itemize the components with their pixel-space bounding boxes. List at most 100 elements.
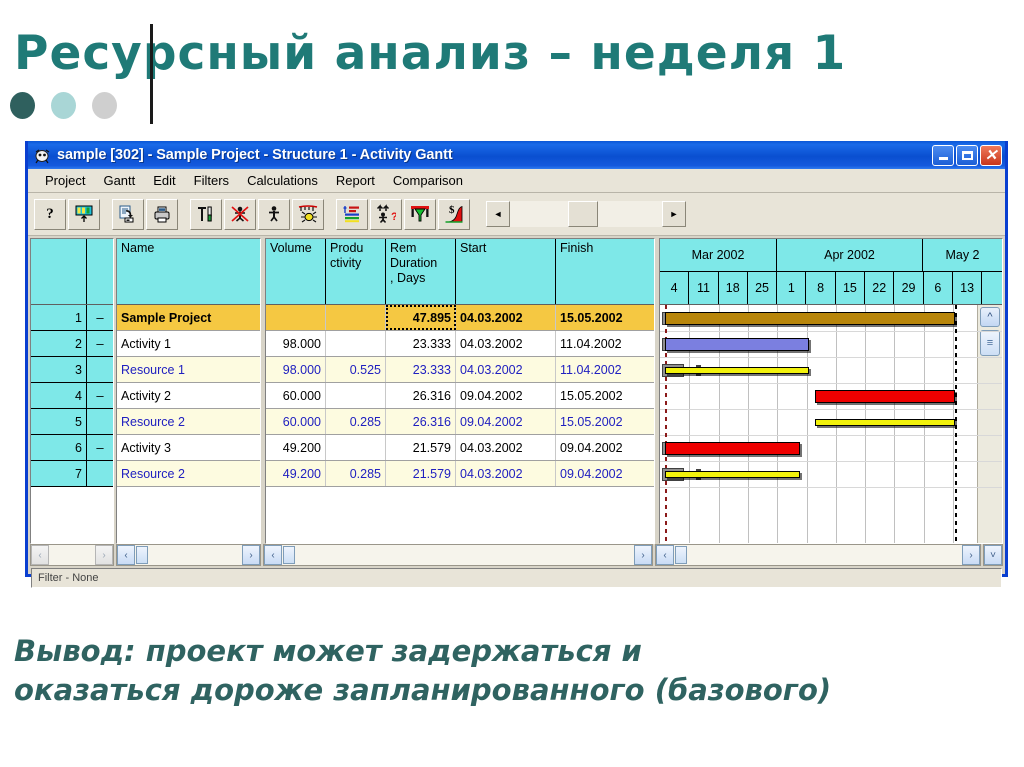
scroll-up-arrow-icon[interactable]: ^ (980, 307, 1000, 327)
table-row[interactable]: 98.000 23.333 04.03.2002 11.04.2002 (266, 331, 654, 357)
gantt-bar[interactable] (815, 418, 955, 426)
tools-button[interactable] (190, 198, 222, 230)
table-row[interactable]: 5 (31, 409, 113, 435)
scroll-left-arrow-icon[interactable]: ‹ (264, 545, 282, 565)
name-pane-scrollbar[interactable]: ‹ › (116, 544, 261, 566)
gantt-week-tick: 22 (865, 272, 895, 304)
scroll-thumb[interactable] (675, 546, 687, 564)
print-button[interactable] (146, 198, 178, 230)
scroll-thumb[interactable] (283, 546, 295, 564)
minimize-button[interactable] (932, 144, 954, 166)
scroll-right-arrow-icon[interactable]: ► (662, 201, 686, 227)
cell-remduration[interactable]: 47.895 (386, 305, 456, 330)
scroll-left-arrow-icon[interactable]: ‹ (31, 545, 49, 565)
toolbar-scrollbar[interactable]: ◄ ► (486, 201, 686, 227)
table-row[interactable]: 49.200 21.579 04.03.2002 09.04.2002 (266, 435, 654, 461)
table-row[interactable]: 7 (31, 461, 113, 487)
table-row[interactable]: Sample Project (117, 305, 260, 331)
gantt-bar[interactable] (815, 389, 955, 403)
table-row[interactable]: Resource 2 (117, 409, 260, 435)
menu-item-gantt[interactable]: Gantt (94, 171, 144, 190)
table-row[interactable]: Activity 1 (117, 331, 260, 357)
table-row[interactable]: Resource 2 (117, 461, 260, 487)
table-row[interactable]: 47.895 04.03.2002 15.05.2002 (266, 305, 654, 331)
scroll-right-arrow-icon[interactable]: › (962, 545, 980, 565)
column-header-volume[interactable]: Volume (266, 239, 326, 304)
menu-item-filters[interactable]: Filters (185, 171, 238, 190)
name-column-pane: Name Sample Project Activity 1 Resource … (116, 238, 261, 544)
data-pane-scrollbar[interactable]: ‹ › (263, 544, 653, 566)
scroll-track[interactable] (135, 545, 242, 565)
filter-funnel-button[interactable] (404, 198, 436, 230)
scroll-left-arrow-icon[interactable]: ◄ (486, 201, 510, 227)
table-row[interactable]: Activity 2 (117, 383, 260, 409)
gantt-bar[interactable] (664, 337, 809, 351)
table-row[interactable]: 3 (31, 357, 113, 383)
scroll-track[interactable] (674, 545, 962, 565)
column-header-start[interactable]: Start (456, 239, 556, 304)
import-table-button[interactable] (68, 198, 100, 230)
scroll-thumb[interactable] (568, 201, 598, 227)
table-row[interactable]: Resource 1 (117, 357, 260, 383)
scroll-track[interactable] (49, 545, 95, 565)
scroll-thumb[interactable] (136, 546, 148, 564)
table-row[interactable]: 4 – (31, 383, 113, 409)
assign-question-button[interactable]: ? (370, 198, 402, 230)
maximize-button[interactable] (956, 144, 978, 166)
row-expand-toggle[interactable]: – (87, 331, 113, 357)
table-row[interactable]: 1 – (31, 305, 113, 331)
table-row[interactable]: 60.000 0.285 26.316 09.04.2002 15.05.200… (266, 409, 654, 435)
menu-item-calculations[interactable]: Calculations (238, 171, 327, 190)
scroll-down-arrow-icon[interactable]: ˅ (984, 545, 1002, 565)
save-document-button[interactable] (112, 198, 144, 230)
row-expand-toggle[interactable]: – (87, 383, 113, 409)
gantt-bar[interactable] (664, 366, 809, 374)
menu-item-comparison[interactable]: Comparison (384, 171, 472, 190)
gantt-bar[interactable] (664, 470, 800, 478)
person-button[interactable] (258, 198, 290, 230)
row-expand-toggle[interactable]: – (87, 435, 113, 461)
table-row[interactable]: 60.000 26.316 09.04.2002 15.05.2002 (266, 383, 654, 409)
column-header-productivity[interactable]: Produ ctivity (326, 239, 386, 304)
gantt-bar[interactable] (664, 311, 955, 325)
row-expand-toggle[interactable] (87, 461, 113, 487)
scroll-right-arrow-icon[interactable]: › (634, 545, 652, 565)
row-expand-toggle[interactable] (87, 409, 113, 435)
menu-item-edit[interactable]: Edit (144, 171, 184, 190)
table-row[interactable]: 49.200 0.285 21.579 04.03.2002 09.04.200… (266, 461, 654, 487)
gantt-pane-scrollbar[interactable]: ‹ › (655, 544, 981, 566)
menu-item-report[interactable]: Report (327, 171, 384, 190)
row-expand-toggle[interactable] (87, 357, 113, 383)
menu-item-project[interactable]: Project (36, 171, 94, 190)
row-number-header (31, 239, 87, 304)
help-button[interactable]: ? (34, 198, 66, 230)
column-header-remduration[interactable]: Rem Duration , Days (386, 239, 456, 304)
scroll-left-arrow-icon[interactable]: ‹ (117, 545, 135, 565)
cell-volume: 49.200 (266, 435, 326, 460)
gantt-rowline (660, 487, 1002, 488)
gantt-vertical-scrollbar[interactable]: ^ ≡ (977, 305, 1002, 543)
scroll-right-arrow-icon[interactable]: › (242, 545, 260, 565)
scroll-track[interactable] (510, 201, 662, 227)
table-row[interactable]: 98.000 0.525 23.333 04.03.2002 11.04.200… (266, 357, 654, 383)
gantt-bars-area[interactable]: ^ ≡ (660, 305, 1002, 543)
id-pane-scrollbar[interactable]: ‹ › (30, 544, 114, 566)
row-expand-toggle[interactable]: – (87, 305, 113, 331)
table-row[interactable]: 2 – (31, 331, 113, 357)
gantt-bar[interactable] (664, 441, 800, 455)
scroll-left-arrow-icon[interactable]: ‹ (656, 545, 674, 565)
gantt-month-row: Mar 2002 Apr 2002 May 2 (660, 239, 1002, 272)
scroll-right-arrow-icon[interactable]: › (95, 545, 113, 565)
table-row[interactable]: Activity 3 (117, 435, 260, 461)
scroll-thumb-icon[interactable]: ≡ (980, 330, 1000, 356)
cost-curve-button[interactable]: $ (438, 198, 470, 230)
gantt-scroll-down-button[interactable]: ˅ (983, 544, 1003, 566)
resource-chart-button[interactable] (336, 198, 368, 230)
column-header-name[interactable]: Name (117, 239, 260, 304)
table-row[interactable]: 6 – (31, 435, 113, 461)
column-header-finish[interactable]: Finish (556, 239, 654, 304)
delete-resource-button[interactable] (224, 198, 256, 230)
scroll-track[interactable] (282, 545, 634, 565)
spider-button[interactable] (292, 198, 324, 230)
close-button[interactable]: ✕ (980, 144, 1002, 166)
